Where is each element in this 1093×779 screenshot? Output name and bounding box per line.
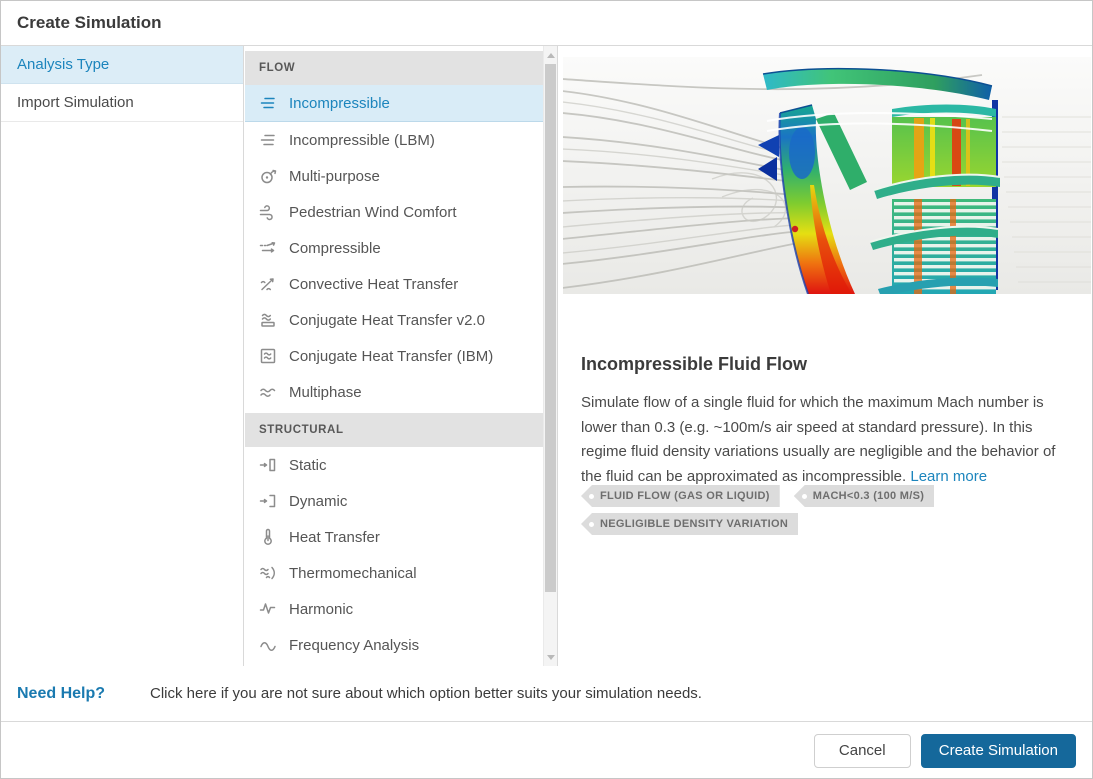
analysis-type-label: Multiphase: [289, 383, 362, 401]
dynamic-icon: [258, 491, 278, 511]
sidebar-item-import-simulation[interactable]: Import Simulation: [1, 84, 243, 122]
sine-wave-icon: [258, 635, 278, 655]
analysis-type-label: Thermomechanical: [289, 564, 417, 582]
analysis-type-label: Dynamic: [289, 492, 348, 510]
analysis-type-label: Pedestrian Wind Comfort: [289, 203, 457, 221]
analysis-type-item-multi-purpose[interactable]: Multi-purpose: [245, 158, 543, 194]
analysis-type-list: FLOW Incompressible Incompressible (LBM) Mu…: [244, 46, 558, 666]
multiphase-icon: [258, 382, 278, 402]
analysis-detail-description: Simulate flow of a single fluid for whic…: [581, 391, 1071, 489]
analysis-type-item-incompressible-lbm[interactable]: Incompressible (LBM): [245, 122, 543, 158]
cancel-button[interactable]: Cancel: [813, 733, 911, 768]
list-section-header-flow: FLOW: [245, 51, 543, 85]
analysis-type-label: Heat Transfer: [289, 528, 380, 546]
tag-fluid-flow-gas-or-liquid: FLUID FLOW (GAS OR LIQUID): [581, 485, 780, 507]
list-scrollbar[interactable]: [543, 46, 557, 666]
cht-v2-icon: [258, 310, 278, 330]
analysis-type-label: Static: [289, 456, 327, 474]
flow-lines-icon: [258, 130, 278, 150]
analysis-type-label: Conjugate Heat Transfer (IBM): [289, 347, 494, 365]
tag-negligible-density-variation: NEGLIGIBLE DENSITY VARIATION: [581, 513, 799, 535]
analysis-type-label: Incompressible (LBM): [289, 131, 435, 149]
scrollbar-down-arrow-icon[interactable]: [544, 650, 557, 664]
analysis-type-item-frequency-analysis[interactable]: Frequency Analysis: [245, 627, 543, 663]
need-help-link[interactable]: Need Help?: [17, 685, 150, 703]
analysis-type-label: Harmonic: [289, 600, 354, 618]
analysis-type-item-static[interactable]: Static: [245, 447, 543, 483]
analysis-type-item-multiphase[interactable]: Multiphase: [245, 374, 543, 410]
tag-mach-0-3-100-m-s: MACH<0.3 (100 M/S): [793, 485, 935, 507]
analysis-type-item-convective-heat-transfer[interactable]: Convective Heat Transfer: [245, 266, 543, 302]
analysis-type-item-conjugate-heat-transfer-ibm[interactable]: Conjugate Heat Transfer (IBM): [245, 338, 543, 374]
scrollbar-up-arrow-icon[interactable]: [544, 48, 557, 62]
analysis-type-item-incompressible[interactable]: Incompressible: [245, 85, 543, 122]
harmonic-icon: [258, 599, 278, 619]
multi-purpose-icon: [258, 166, 278, 186]
cht-ibm-icon: [258, 346, 278, 366]
thermomechanical-icon: [258, 563, 278, 583]
analysis-type-label: Convective Heat Transfer: [289, 275, 459, 293]
flow-lines-icon: [258, 93, 278, 113]
compressible-arrows-icon: [258, 238, 278, 258]
need-help-text: Click here if you are not sure about whi…: [150, 685, 702, 702]
analysis-type-item-pedestrian-wind-comfort[interactable]: Pedestrian Wind Comfort: [245, 194, 543, 230]
wind-icon: [258, 202, 278, 222]
create-simulation-button[interactable]: Create Simulation: [920, 733, 1076, 768]
analysis-type-label: Incompressible: [289, 94, 390, 112]
analysis-nav-sidebar: Analysis Type Import Simulation: [1, 46, 244, 666]
scrollbar-thumb[interactable]: [545, 64, 556, 592]
analysis-detail-title: Incompressible Fluid Flow: [581, 354, 808, 374]
analysis-type-item-harmonic[interactable]: Harmonic: [245, 591, 543, 627]
analysis-type-item-thermomechanical[interactable]: Thermomechanical: [245, 555, 543, 591]
list-section-header-structural: STRUCTURAL: [245, 413, 543, 447]
thermometer-icon: [258, 527, 278, 547]
dialog-title: Create Simulation: [1, 1, 1092, 46]
create-simulation-dialog: Create Simulation Analysis Type Import Si…: [0, 0, 1093, 779]
analysis-type-item-dynamic[interactable]: Dynamic: [245, 483, 543, 519]
analysis-type-label: Compressible: [289, 239, 381, 257]
dialog-footer: Cancel Create Simulation: [1, 723, 1092, 778]
static-icon: [258, 455, 278, 475]
analysis-type-item-heat-transfer[interactable]: Heat Transfer: [245, 519, 543, 555]
learn-more-link[interactable]: Learn more: [910, 468, 987, 485]
analysis-type-item-compressible[interactable]: Compressible: [245, 230, 543, 266]
cfd-preview-image: [563, 57, 1091, 294]
sidebar-item-analysis-type[interactable]: Analysis Type: [1, 46, 243, 84]
analysis-tags: FLUID FLOW (GAS OR LIQUID) MACH<0.3 (100 …: [581, 485, 1081, 541]
analysis-type-label: Conjugate Heat Transfer v2.0: [289, 311, 485, 329]
help-bar: Need Help? Click here if you are not sur…: [1, 666, 1092, 722]
analysis-type-label: Frequency Analysis: [289, 636, 420, 654]
dialog-body: Analysis Type Import Simulation FLOW Incom…: [1, 46, 1092, 666]
convective-icon: [258, 274, 278, 294]
analysis-type-item-conjugate-heat-transfer-v2-0[interactable]: Conjugate Heat Transfer v2.0: [245, 302, 543, 338]
analysis-type-label: Multi-purpose: [289, 167, 380, 185]
detail-panel: Incompressible Fluid Flow Simulate flow …: [558, 46, 1092, 666]
